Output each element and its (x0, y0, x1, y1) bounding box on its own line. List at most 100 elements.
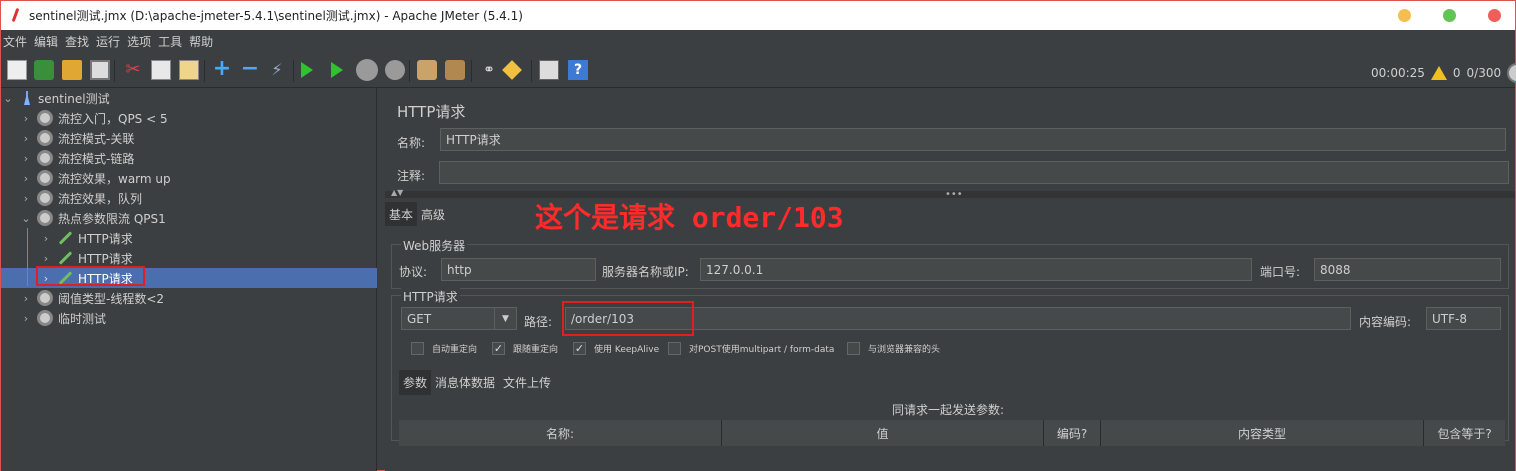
auto-redirect-checkbox[interactable]: 自动重定向 (411, 342, 477, 355)
clear-icon[interactable] (417, 60, 437, 80)
close-button[interactable] (1488, 9, 1501, 22)
checkbox-box[interactable] (668, 342, 681, 355)
chevron-right-icon[interactable]: › (21, 132, 31, 145)
column-header[interactable]: 内容类型 (1101, 420, 1424, 446)
collapse-all-icon[interactable]: − (240, 58, 260, 80)
open-folder-icon[interactable] (62, 60, 82, 80)
tree-item[interactable]: › 流控模式-关联 (1, 128, 377, 148)
chevron-right-icon[interactable]: › (21, 112, 31, 125)
tree-item[interactable]: › HTTP请求 (1, 228, 377, 248)
reset-search-icon[interactable] (502, 60, 522, 80)
tree-item[interactable]: › 流控效果，队列 (1, 188, 377, 208)
tab-basic[interactable]: 基本 (385, 202, 418, 226)
maximize-button[interactable] (1443, 9, 1456, 22)
toggle-icon[interactable]: ⚡ (267, 60, 287, 80)
menu-edit[interactable]: 编辑 (34, 33, 58, 50)
function-helper-icon[interactable] (539, 60, 559, 80)
templates-icon[interactable] (34, 60, 54, 80)
chevron-down-icon[interactable]: ⌄ (3, 92, 13, 105)
comment-field[interactable] (439, 161, 1509, 184)
elapsed-time: 00:00:25 (1371, 66, 1425, 80)
server-value: 127.0.0.1 (706, 262, 764, 277)
chevron-right-icon[interactable]: › (21, 152, 31, 165)
checkbox-box[interactable]: ✓ (492, 342, 505, 355)
chevron-right-icon[interactable]: › (21, 192, 31, 205)
checkbox-box[interactable] (411, 342, 424, 355)
test-plan-flask-icon (21, 91, 33, 105)
remote-globe-icon[interactable] (1507, 63, 1516, 83)
splitter-dots-icon[interactable]: ••• (945, 189, 963, 200)
annotation-highlight-box (36, 266, 145, 286)
tree-item[interactable]: ⌄ 热点参数限流 QPS1 (1, 208, 377, 228)
port-field[interactable]: 8088 (1314, 258, 1501, 281)
stop-icon[interactable] (356, 59, 378, 81)
chevron-down-icon[interactable]: ⌄ (21, 212, 31, 225)
start-icon[interactable] (301, 62, 313, 78)
tree-item-label: 阈值类型-线程数<2 (58, 291, 165, 306)
splitter-arrows-icon[interactable]: ▲▼ (391, 188, 403, 197)
menu-run[interactable]: 运行 (96, 33, 120, 50)
chevron-right-icon[interactable]: › (21, 312, 31, 325)
column-header[interactable]: 编码? (1044, 420, 1101, 446)
clear-all-icon[interactable] (445, 60, 465, 80)
test-plan-tree: ⌄ sentinel测试 › 流控入门，QPS < 5 › 流控模式-关联 › … (1, 88, 377, 471)
chevron-right-icon[interactable]: › (21, 172, 31, 185)
minimize-button[interactable] (1398, 9, 1411, 22)
tab-parameters[interactable]: 参数 (399, 370, 432, 395)
protocol-value: http (447, 262, 472, 277)
checkbox-label: 自动重定向 (432, 345, 478, 355)
multipart-checkbox[interactable]: 对POST使用multipart / form-data (668, 342, 834, 355)
server-field[interactable]: 127.0.0.1 (700, 258, 1252, 281)
tree-item[interactable]: › 流控入门，QPS < 5 (1, 108, 377, 128)
tree-item[interactable]: › 流控模式-链路 (1, 148, 377, 168)
copy-icon[interactable] (151, 60, 171, 80)
chevron-right-icon[interactable]: › (41, 232, 51, 245)
tab-files-upload[interactable]: 文件上传 (499, 370, 555, 395)
menu-file[interactable]: 文件 (3, 33, 27, 50)
method-select[interactable]: GET ▼ (401, 307, 517, 330)
menu-tools[interactable]: 工具 (158, 33, 182, 50)
encoding-field[interactable]: UTF-8 (1426, 307, 1501, 330)
tab-advanced[interactable]: 高级 (417, 202, 449, 226)
tree-item-label: HTTP请求 (78, 251, 133, 266)
http-sampler-pipette-icon (57, 251, 73, 265)
protocol-field[interactable]: http (441, 258, 596, 281)
menu-options[interactable]: 选项 (127, 33, 151, 50)
save-icon[interactable] (90, 60, 110, 80)
checkbox-box[interactable]: ✓ (573, 342, 586, 355)
checkbox-label: 跟随重定向 (513, 345, 559, 355)
name-field[interactable]: HTTP请求 (440, 128, 1506, 151)
tree-item[interactable]: › 阈值类型-线程数<2 (1, 288, 377, 308)
tab-body-data[interactable]: 消息体数据 (431, 370, 499, 395)
tree-item[interactable]: › 临时测试 (1, 308, 377, 328)
tree-item-label: 流控效果，队列 (58, 191, 143, 206)
column-header[interactable]: 值 (722, 420, 1044, 446)
keepalive-checkbox[interactable]: ✓ 使用 KeepAlive (573, 342, 659, 355)
chevron-down-icon[interactable]: ▼ (494, 308, 516, 329)
tree-item[interactable]: › 流控效果，warm up (1, 168, 377, 188)
column-header[interactable]: 名称: (399, 420, 722, 446)
warning-icon[interactable] (1430, 66, 1447, 80)
chevron-right-icon[interactable]: › (41, 252, 51, 265)
tree-item[interactable]: › HTTP请求 (1, 248, 377, 268)
jmeter-feather-icon (9, 8, 23, 24)
start-no-pauses-icon[interactable] (331, 62, 343, 78)
expand-all-icon[interactable]: + (212, 58, 232, 80)
title-bar: sentinel测试.jmx (D:\apache-jmeter-5.4.1\s… (1, 1, 1515, 30)
cut-icon[interactable]: ✂ (123, 60, 143, 80)
follow-redirect-checkbox[interactable]: ✓ 跟随重定向 (492, 342, 558, 355)
checkbox-box[interactable] (847, 342, 860, 355)
chevron-right-icon[interactable]: › (21, 292, 31, 305)
menu-help[interactable]: 帮助 (189, 33, 213, 50)
tree-root[interactable]: ⌄ sentinel测试 (1, 88, 377, 108)
thread-count: 0/300 (1466, 66, 1502, 80)
tree-root-label: sentinel测试 (38, 91, 110, 106)
column-header[interactable]: 包含等于? (1424, 420, 1505, 446)
binoculars-search-icon[interactable]: ⚭ (479, 60, 499, 80)
shutdown-icon[interactable] (385, 60, 405, 80)
browser-headers-checkbox[interactable]: 与浏览器兼容的头 (847, 342, 940, 355)
menu-search[interactable]: 查找 (65, 33, 89, 50)
help-icon[interactable]: ? (568, 60, 588, 80)
paste-icon[interactable] (179, 60, 199, 80)
new-plan-icon[interactable] (7, 60, 27, 80)
